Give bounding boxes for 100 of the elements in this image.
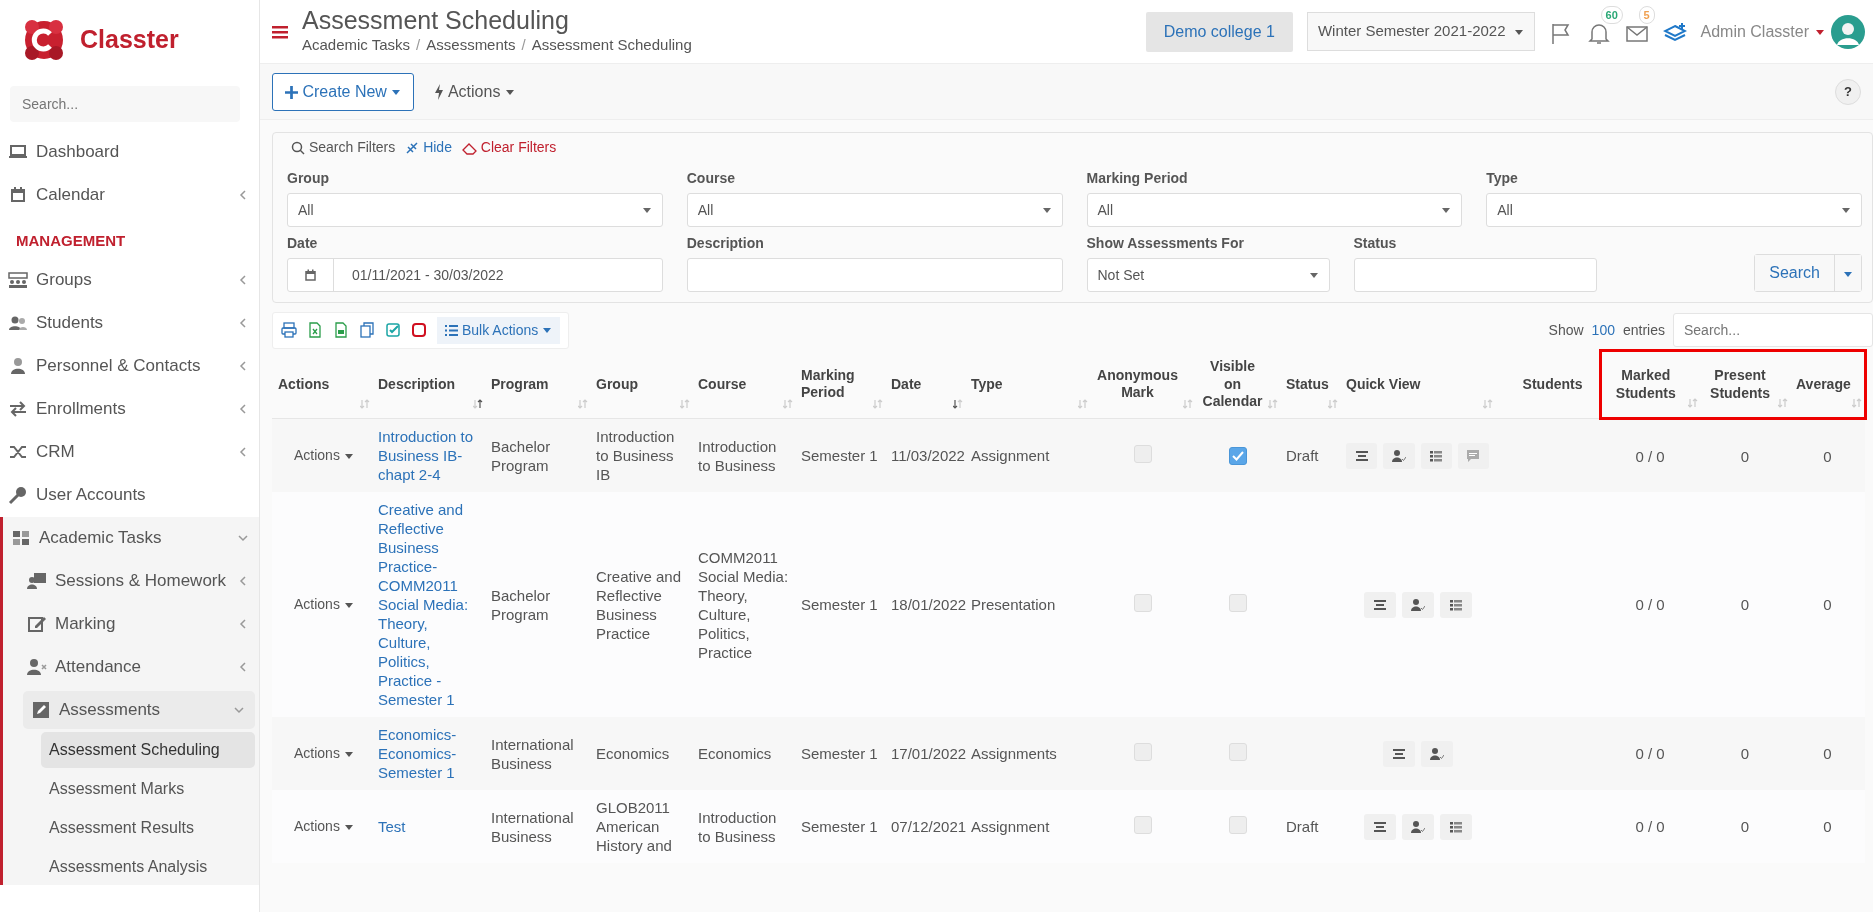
- column-header[interactable]: Date: [885, 350, 965, 419]
- chevron-left-icon: [237, 575, 249, 587]
- input-field[interactable]: [686, 258, 1063, 292]
- breadcrumb-item[interactable]: Assessments: [426, 34, 516, 57]
- column-header[interactable]: Description: [372, 350, 485, 419]
- sidebar-item[interactable]: Academic Tasks: [3, 516, 259, 560]
- sidebar-item[interactable]: Assessment Marks: [41, 770, 255, 807]
- column-header[interactable]: Course: [692, 350, 795, 419]
- sidebar-item[interactable]: Assessment Results: [41, 809, 255, 846]
- sidebar-item[interactable]: Dashboard: [0, 130, 259, 173]
- caret-icon: [1841, 205, 1851, 215]
- description-link[interactable]: Creative and Reflective Business Practice-COMM2011 Social Media: Theory, Culture, Politics, Practice - Semester 1: [378, 500, 479, 709]
- select-field[interactable]: All: [1086, 193, 1463, 227]
- description-link[interactable]: Test: [378, 817, 479, 836]
- field-label: Show Assessments For: [1086, 234, 1245, 253]
- list-icon: [1429, 448, 1444, 463]
- chevron-left-icon: [237, 188, 249, 201]
- description-link[interactable]: Economics-Economics-Semester 1: [378, 725, 479, 782]
- breadcrumb-item[interactable]: Academic Tasks: [302, 34, 411, 57]
- sidebar-item[interactable]: Students: [0, 301, 259, 345]
- lines-icon: [1354, 448, 1369, 463]
- clear-filters-link[interactable]: Clear Filters: [461, 137, 557, 158]
- lines-icon: [1372, 597, 1387, 612]
- quick-view-button[interactable]: [1383, 442, 1415, 469]
- field-label: Type: [1486, 169, 1519, 188]
- date-range-field[interactable]: 01/11/2021 - 30/03/2022: [287, 258, 663, 292]
- quick-view-button[interactable]: [1420, 442, 1452, 469]
- sidebar-item[interactable]: Enrollments: [0, 387, 259, 431]
- avatar-icon: [1831, 14, 1865, 49]
- input-field[interactable]: [1353, 258, 1597, 292]
- column-header[interactable]: Type: [965, 350, 1090, 419]
- breadcrumb-item: Assessment Scheduling: [531, 35, 692, 55]
- select-field[interactable]: All: [1486, 193, 1862, 227]
- select-field[interactable]: Not Set: [1086, 258, 1330, 292]
- sidebar-item[interactable]: Assessments: [23, 690, 255, 729]
- row-actions-button[interactable]: Actions: [288, 594, 360, 615]
- spreadsheet-icon[interactable]: [307, 322, 323, 338]
- sort-icon[interactable]: [473, 398, 483, 409]
- bulk-actions-button[interactable]: Bulk Actions: [437, 316, 561, 344]
- period-select[interactable]: Winter Semester 2021-2022: [1306, 12, 1535, 51]
- quick-view-button[interactable]: [1439, 813, 1472, 840]
- column-header[interactable]: Program: [485, 350, 590, 419]
- quick-view-button[interactable]: [1401, 813, 1434, 840]
- sidebar-item[interactable]: Sessions & Homework: [3, 559, 259, 603]
- column-header[interactable]: Visible on Calendar: [1195, 350, 1280, 419]
- sidebar-item[interactable]: Groups: [0, 258, 259, 302]
- lines-icon: [1372, 819, 1387, 834]
- column-header[interactable]: Status: [1280, 350, 1340, 419]
- caret-icon: [641, 205, 652, 215]
- entries-label: entries: [1622, 320, 1665, 340]
- checkbox-icon[interactable]: [385, 322, 401, 338]
- sidebar-item[interactable]: Assessment Scheduling: [41, 731, 255, 768]
- row-actions-button[interactable]: Actions: [288, 445, 360, 466]
- sort-icon[interactable]: [953, 398, 963, 409]
- lines-icon: [1391, 746, 1406, 761]
- print-icon[interactable]: [281, 322, 297, 338]
- sidebar-item[interactable]: Marking: [3, 602, 259, 646]
- dropdown-toggle-button[interactable]: [1835, 255, 1861, 291]
- actions-button[interactable]: Actions: [428, 78, 521, 105]
- sidebar-item[interactable]: User Accounts: [0, 473, 259, 517]
- table-search-field[interactable]: Search...: [1673, 313, 1873, 347]
- file-icon[interactable]: [333, 322, 349, 338]
- chevron-left-icon: [237, 360, 249, 372]
- sidebar-item[interactable]: CRM: [0, 430, 259, 474]
- bell-icon[interactable]: [1586, 21, 1611, 46]
- checkbox[interactable]: [1228, 447, 1247, 465]
- row-actions-button[interactable]: Actions: [288, 816, 360, 837]
- select-field[interactable]: All: [287, 193, 663, 227]
- square-icon[interactable]: [411, 322, 427, 338]
- search-button[interactable]: Search: [1755, 255, 1835, 291]
- search-field[interactable]: Search...: [10, 86, 240, 122]
- sidebar-item[interactable]: Attendance: [3, 645, 259, 689]
- sidebar-item[interactable]: Assessments Analysis: [41, 848, 255, 885]
- copy-icon[interactable]: [359, 322, 375, 338]
- sidebar-item[interactable]: Personnel & Contacts: [0, 344, 259, 388]
- hide-link[interactable]: Hide: [405, 137, 452, 158]
- column-header[interactable]: Actions: [272, 350, 372, 419]
- create-new-button[interactable]: Create New: [272, 72, 415, 111]
- menu-icon[interactable]: [272, 23, 288, 40]
- column-header[interactable]: Students: [1495, 350, 1600, 419]
- select-field[interactable]: All: [686, 193, 1063, 227]
- quick-view-button[interactable]: [1363, 813, 1396, 840]
- column-header[interactable]: Quick View: [1340, 350, 1495, 419]
- sidebar-item[interactable]: Calendar: [0, 173, 259, 216]
- quick-view-button[interactable]: [1420, 740, 1453, 767]
- quick-view-button[interactable]: [1401, 591, 1434, 618]
- quick-view-button[interactable]: [1346, 442, 1378, 469]
- row-actions-button[interactable]: Actions: [288, 743, 360, 764]
- column-header[interactable]: Anonymous Mark: [1090, 350, 1195, 419]
- quick-view-button[interactable]: [1439, 591, 1472, 618]
- column-header[interactable]: Group: [590, 350, 692, 419]
- quick-view-button[interactable]: [1382, 740, 1415, 767]
- caret-icon: [1041, 205, 1052, 215]
- page-length-select[interactable]: 100: [1591, 319, 1615, 341]
- column-header[interactable]: Average: [1790, 350, 1865, 419]
- user-menu[interactable]: Admin Classter: [1700, 14, 1865, 49]
- quick-view-button[interactable]: [1363, 591, 1396, 618]
- column-header[interactable]: Marking Period: [795, 350, 885, 419]
- description-link[interactable]: Introduction to Business IB-chapt 2-4: [378, 427, 479, 484]
- help-button[interactable]: ?: [1835, 78, 1861, 105]
